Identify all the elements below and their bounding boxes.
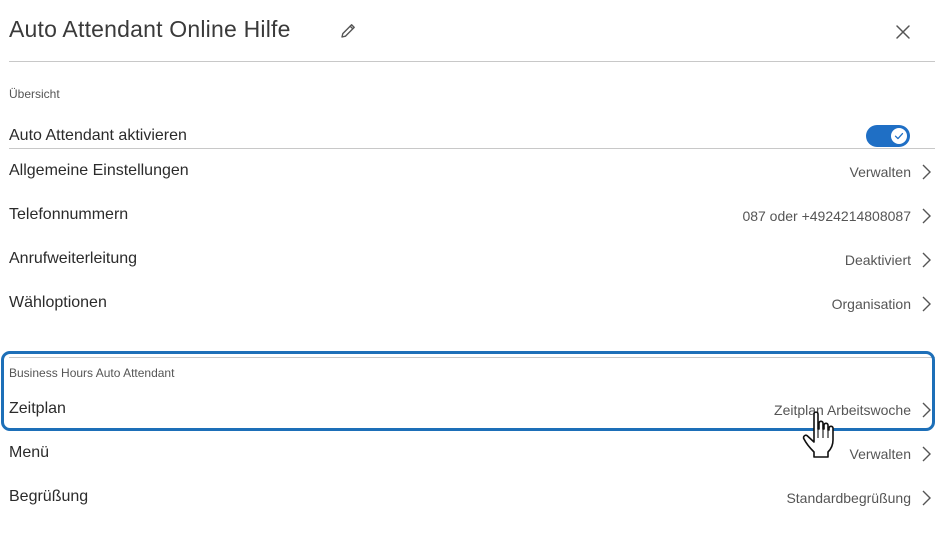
check-icon <box>894 132 904 140</box>
hand-pointer-icon <box>802 411 834 458</box>
row-value: Deaktiviert <box>844 252 911 268</box>
row-value: 087 oder +4924214808087 <box>742 208 911 224</box>
row-menue[interactable]: Menü Verwalten <box>9 436 935 472</box>
row-value: Standardbegrüßung <box>786 490 911 506</box>
row-telefonnummern[interactable]: Telefonnummern 087 oder +4924214808087 <box>9 198 935 234</box>
chevron-right-icon <box>922 446 931 462</box>
row-anrufweiterleitung[interactable]: Anrufweiterleitung Deaktiviert <box>9 242 935 278</box>
header-divider <box>9 61 935 62</box>
row-label: Wähloptionen <box>9 294 107 311</box>
row-label: Begrüßung <box>9 488 89 505</box>
edit-icon[interactable] <box>339 22 357 40</box>
row-label: Allgemeine Einstellungen <box>9 162 189 179</box>
row-label: Anrufweiterleitung <box>9 250 138 267</box>
close-icon[interactable] <box>894 23 912 41</box>
row-waehloptionen[interactable]: Wähloptionen Organisation <box>9 286 935 322</box>
row-label: Telefonnummern <box>9 206 129 223</box>
header: Auto Attendant Online Hilfe <box>9 14 935 60</box>
toggle-knob <box>891 128 907 144</box>
section-label-overview: Übersicht <box>9 87 60 101</box>
row-value: Verwalten <box>849 446 911 462</box>
row-allgemeine-einstellungen[interactable]: Allgemeine Einstellungen Verwalten <box>9 154 935 190</box>
divider <box>9 148 935 149</box>
chevron-right-icon <box>922 252 931 268</box>
chevron-right-icon <box>922 296 931 312</box>
row-begruessung[interactable]: Begrüßung Standardbegrüßung <box>9 480 935 516</box>
auto-attendant-toggle[interactable] <box>866 125 910 147</box>
highlight-box <box>1 351 935 431</box>
page-title: Auto Attendant Online Hilfe <box>9 16 291 42</box>
chevron-right-icon <box>922 164 931 180</box>
chevron-right-icon <box>922 490 931 506</box>
chevron-right-icon <box>922 208 931 224</box>
row-value: Verwalten <box>849 164 911 180</box>
row-label: Menü <box>9 444 50 461</box>
row-value: Organisation <box>831 296 911 312</box>
toggle-label: Auto Attendant aktivieren <box>9 127 187 144</box>
auto-attendant-toggle-row: Auto Attendant aktivieren <box>9 119 935 155</box>
